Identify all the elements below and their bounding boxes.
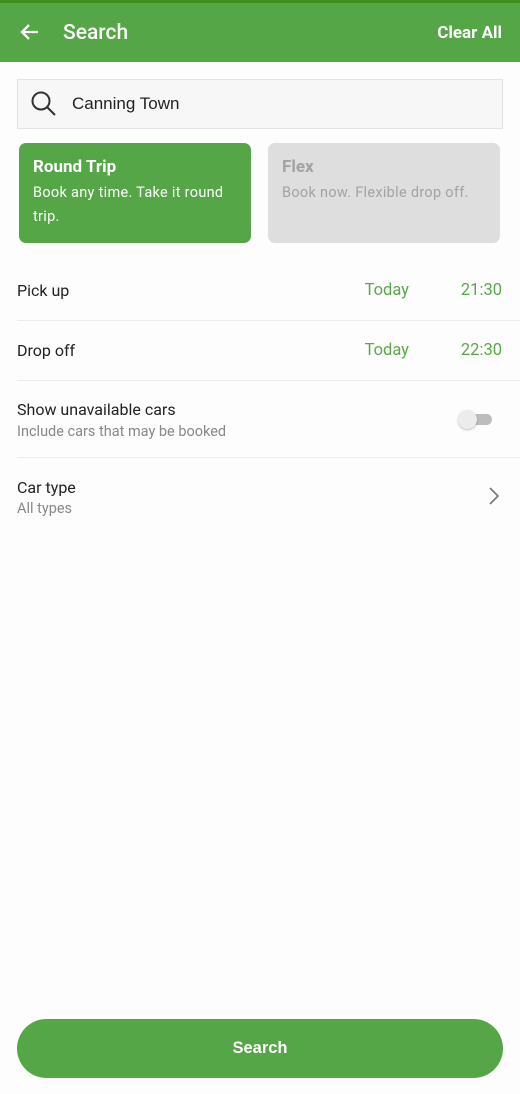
trip-type-title: Flex — [282, 157, 314, 177]
pickup-day[interactable]: Today — [365, 281, 409, 300]
unavailable-sublabel: Include cars that may be booked — [17, 423, 227, 440]
car-type-row[interactable]: Car type All types — [17, 458, 520, 534]
chevron-right-icon — [489, 487, 500, 505]
app-bar: Search Clear All — [0, 3, 520, 62]
trip-type-title: Round Trip — [33, 157, 117, 177]
page-title: Search — [63, 20, 129, 45]
back-arrow-icon[interactable] — [18, 20, 42, 44]
pickup-label: Pick up — [17, 281, 70, 300]
unavailable-label: Show unavailable cars — [17, 400, 176, 419]
dropoff-day[interactable]: Today — [365, 341, 409, 360]
car-type-label: Car type — [17, 478, 76, 497]
pickup-row[interactable]: Pick up Today 21:30 — [17, 261, 520, 321]
search-button[interactable]: Search — [17, 1019, 503, 1078]
clear-all-button[interactable]: Clear All — [437, 23, 502, 43]
unavailable-toggle[interactable] — [458, 410, 492, 429]
search-field[interactable] — [17, 79, 503, 129]
search-icon — [31, 91, 56, 116]
trip-type-description: Book now. Flexible drop off. — [282, 184, 469, 201]
trip-type-flex[interactable]: Flex Book now. Flexible drop off. — [268, 143, 500, 243]
dropoff-label: Drop off — [17, 341, 76, 360]
dropoff-time[interactable]: 22:30 — [461, 341, 502, 360]
dropoff-row[interactable]: Drop off Today 22:30 — [17, 321, 520, 381]
pickup-time[interactable]: 21:30 — [461, 281, 502, 300]
trip-type-description: Book any time. Take it round trip. — [33, 184, 224, 225]
trip-type-round-trip[interactable]: Round Trip Book any time. Take it round … — [19, 143, 251, 243]
car-type-value: All types — [17, 500, 73, 517]
search-input[interactable] — [72, 94, 452, 114]
unavailable-cars-row: Show unavailable cars Include cars that … — [17, 381, 520, 458]
